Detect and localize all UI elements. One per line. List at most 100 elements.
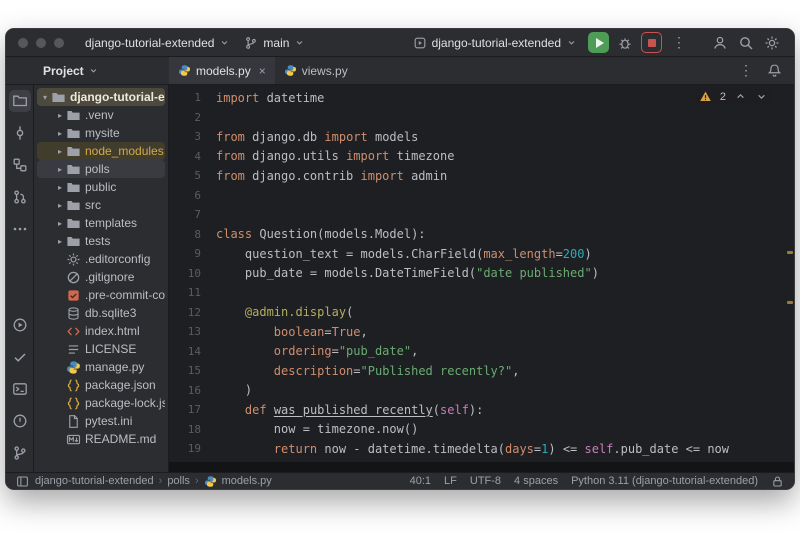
version-control-button[interactable]: [9, 442, 31, 464]
line-number[interactable]: 17: [169, 403, 201, 416]
run-button[interactable]: [588, 32, 609, 53]
tree-item[interactable]: package-lock.json: [37, 394, 165, 412]
line-number[interactable]: 19: [169, 442, 201, 455]
line-number[interactable]: 2: [169, 111, 201, 124]
line-number[interactable]: 1: [169, 91, 201, 104]
tree-item[interactable]: .pre-commit-config.yaml: [37, 286, 165, 304]
status-item[interactable]: LF: [444, 475, 457, 487]
code-line[interactable]: 10 pub_date = models.DateTimeField("date…: [169, 264, 794, 284]
window-layout-icon[interactable]: [16, 475, 29, 488]
status-item[interactable]: Python 3.11 (django-tutorial-extended): [571, 475, 758, 487]
line-number[interactable]: 16: [169, 384, 201, 397]
line-number[interactable]: 7: [169, 208, 201, 221]
code-line[interactable]: 7: [169, 205, 794, 225]
warning-stripe-mark[interactable]: [787, 251, 793, 254]
tree-item[interactable]: ▸templates: [37, 214, 165, 232]
code-line[interactable]: 17 def was_published_recently(self):: [169, 400, 794, 420]
run-configuration-selector[interactable]: django-tutorial-extended: [406, 33, 584, 53]
more-run-options-button[interactable]: ⋮: [666, 34, 692, 51]
editor-tab[interactable]: models.py×: [169, 57, 275, 84]
chevron-right-icon[interactable]: ▸: [54, 237, 66, 246]
tree-item[interactable]: ▸.venv: [37, 106, 165, 124]
tree-item[interactable]: ▾django-tutorial-extended: [37, 88, 165, 106]
tree-item[interactable]: db.sqlite3: [37, 304, 165, 322]
tree-item[interactable]: ▸public: [37, 178, 165, 196]
chevron-right-icon[interactable]: ▸: [54, 183, 66, 192]
tree-item[interactable]: .editorconfig: [37, 250, 165, 268]
account-button[interactable]: [708, 31, 732, 55]
breadcrumb-item[interactable]: django-tutorial-extended: [35, 475, 154, 487]
status-item[interactable]: UTF-8: [470, 475, 501, 487]
breadcrumb-item[interactable]: polls: [167, 475, 190, 487]
tree-item[interactable]: ▸src: [37, 196, 165, 214]
tree-item[interactable]: ▸mysite: [37, 124, 165, 142]
code-line[interactable]: 12 @admin.display(: [169, 303, 794, 323]
tree-item[interactable]: ▸node_moduleslibrary root: [37, 142, 165, 160]
chevron-right-icon[interactable]: ▸: [54, 129, 66, 138]
minimize-window-button[interactable]: [36, 38, 46, 48]
inspections-widget[interactable]: 2: [695, 89, 772, 104]
run-button[interactable]: [9, 314, 31, 336]
zoom-window-button[interactable]: [54, 38, 64, 48]
code-line[interactable]: 15 description="Published recently?",: [169, 361, 794, 381]
code-line[interactable]: 18 now = timezone.now(): [169, 420, 794, 440]
settings-button[interactable]: [760, 31, 784, 55]
code-line[interactable]: 2: [169, 108, 794, 128]
tree-item[interactable]: package.json: [37, 376, 165, 394]
code-line[interactable]: 6: [169, 186, 794, 206]
horizontal-scrollbar[interactable]: [169, 462, 794, 472]
line-number[interactable]: 6: [169, 189, 201, 202]
tree-item[interactable]: ▸polls: [37, 160, 165, 178]
warning-stripe-mark[interactable]: [787, 301, 793, 304]
chevron-right-icon[interactable]: ▸: [54, 147, 66, 156]
line-number[interactable]: 12: [169, 306, 201, 319]
stop-button[interactable]: [641, 32, 662, 53]
code-line[interactable]: 4from django.utils import timezone: [169, 147, 794, 167]
more-tools-button[interactable]: [9, 218, 31, 240]
structure-button[interactable]: [9, 154, 31, 176]
line-number[interactable]: 4: [169, 150, 201, 163]
chevron-right-icon[interactable]: ▸: [54, 111, 66, 120]
debug-button[interactable]: [613, 31, 637, 55]
line-number[interactable]: 9: [169, 247, 201, 260]
line-number[interactable]: 3: [169, 130, 201, 143]
next-problem-button[interactable]: [755, 90, 768, 103]
tree-item[interactable]: manage.py: [37, 358, 165, 376]
code-line[interactable]: 13 boolean=True,: [169, 322, 794, 342]
chevron-right-icon[interactable]: ▸: [54, 219, 66, 228]
search-button[interactable]: [734, 31, 758, 55]
tree-item[interactable]: pytest.ini: [37, 412, 165, 430]
code-line[interactable]: 9 question_text = models.CharField(max_l…: [169, 244, 794, 264]
terminal-button[interactable]: [9, 378, 31, 400]
editor-tab[interactable]: views.py: [275, 57, 357, 84]
tab-options-button[interactable]: ⋮: [733, 62, 759, 79]
tree-item[interactable]: LICENSE: [37, 340, 165, 358]
line-number[interactable]: 8: [169, 228, 201, 241]
code-line[interactable]: 5from django.contrib import admin: [169, 166, 794, 186]
code-line[interactable]: 16 ): [169, 381, 794, 401]
close-tab-button[interactable]: ×: [259, 64, 266, 78]
project-panel-header[interactable]: Project: [34, 57, 169, 84]
close-window-button[interactable]: [18, 38, 28, 48]
line-number[interactable]: 5: [169, 169, 201, 182]
branch-selector[interactable]: main: [237, 33, 312, 53]
line-number[interactable]: 14: [169, 345, 201, 358]
code-line[interactable]: 19 return now - datetime.timedelta(days=…: [169, 439, 794, 459]
tree-item[interactable]: .gitignore: [37, 268, 165, 286]
commit-button[interactable]: [9, 122, 31, 144]
code-line[interactable]: 11: [169, 283, 794, 303]
status-item[interactable]: 4 spaces: [514, 475, 558, 487]
tree-item[interactable]: index.html: [37, 322, 165, 340]
problems-button[interactable]: [9, 410, 31, 432]
services-button[interactable]: [9, 346, 31, 368]
chevron-right-icon[interactable]: ▸: [54, 201, 66, 210]
line-number[interactable]: 13: [169, 325, 201, 338]
code-line[interactable]: 3from django.db import models: [169, 127, 794, 147]
status-item[interactable]: 40:1: [410, 475, 431, 487]
lock-icon[interactable]: [771, 475, 784, 488]
chevron-right-icon[interactable]: ▸: [54, 165, 66, 174]
line-number[interactable]: 18: [169, 423, 201, 436]
pull-requests-button[interactable]: [9, 186, 31, 208]
project-folder-button[interactable]: [9, 90, 31, 112]
line-number[interactable]: 11: [169, 286, 201, 299]
